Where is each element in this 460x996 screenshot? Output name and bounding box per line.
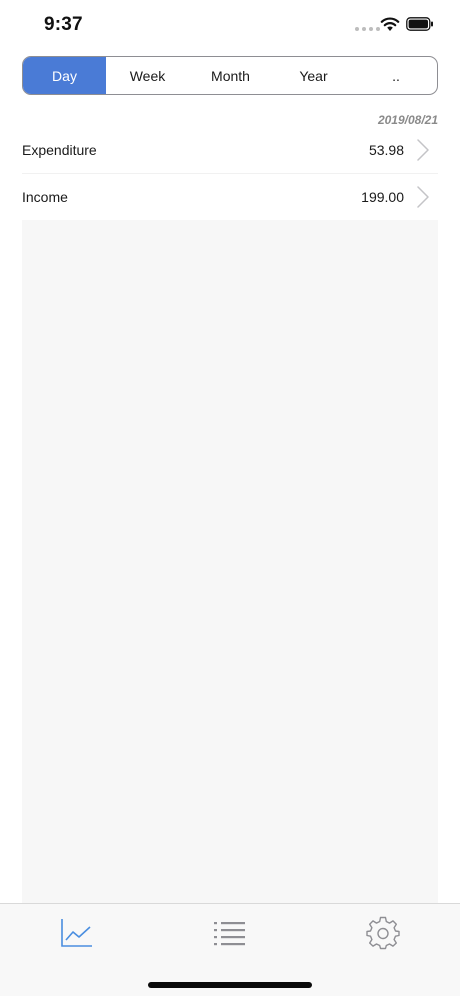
cellular-signal-icon (355, 27, 380, 31)
list-icon[interactable] (213, 916, 247, 950)
segment-day[interactable]: Day (23, 57, 106, 94)
segment-week[interactable]: Week (106, 57, 189, 94)
row-value: 53.98 (368, 142, 404, 158)
row-label: Income (22, 189, 68, 205)
home-indicator (148, 982, 312, 988)
expenditure-row[interactable]: Expenditure 53.98 (22, 128, 438, 172)
battery-icon (406, 17, 433, 31)
screen: 9:37 Day Week Month Year .. 2019/08/21 E… (0, 0, 460, 996)
segment-month[interactable]: Month (189, 57, 272, 94)
current-date: 2019/08/21 (377, 113, 438, 127)
row-label: Expenditure (22, 142, 97, 158)
row-divider (22, 173, 438, 174)
income-row[interactable]: Income 199.00 (22, 175, 438, 219)
wifi-icon (380, 17, 400, 31)
row-value: 199.00 (361, 189, 404, 205)
chart-line-icon[interactable] (60, 916, 94, 950)
chart-area (22, 220, 438, 904)
tab-bar (0, 903, 460, 996)
chevron-right-icon (417, 186, 429, 208)
status-time: 9:37 (44, 14, 83, 35)
chevron-right-icon (417, 139, 429, 161)
segment-more[interactable]: .. (355, 57, 437, 94)
period-segmented-control: Day Week Month Year .. (22, 56, 438, 95)
segment-year[interactable]: Year (272, 57, 355, 94)
gear-icon[interactable] (366, 916, 400, 950)
status-bar: 9:37 (0, 0, 460, 50)
